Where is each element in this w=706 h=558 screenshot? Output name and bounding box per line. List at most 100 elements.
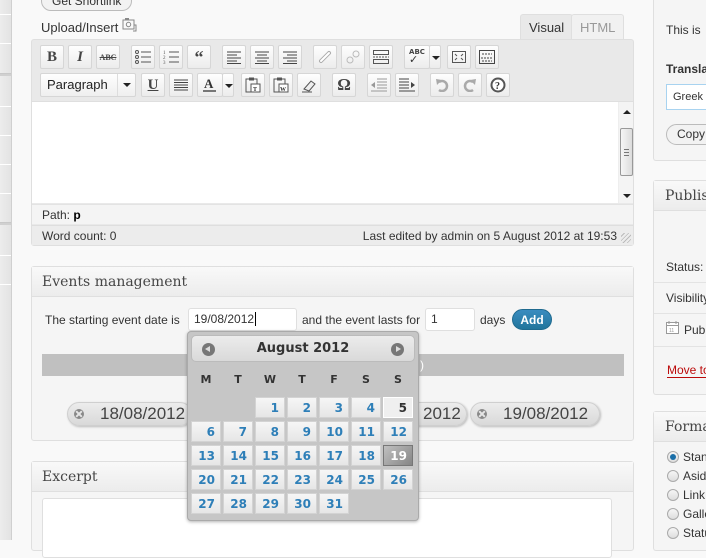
calendar-day[interactable]: 2 xyxy=(287,397,317,418)
calendar-day[interactable]: 4 xyxy=(351,397,381,418)
calendar-day[interactable]: 7 xyxy=(223,421,253,442)
bulleted-list-button[interactable] xyxy=(131,45,155,69)
justify-button[interactable] xyxy=(169,73,193,97)
calendar-day[interactable]: 20 xyxy=(191,469,221,490)
calendar-day[interactable]: 22 xyxy=(255,469,285,490)
menu-divider xyxy=(0,43,11,44)
calendar-day[interactable]: 21 xyxy=(223,469,253,490)
calendar-day[interactable]: 15 xyxy=(255,445,285,466)
insert-link-button[interactable] xyxy=(313,45,337,69)
calendar-day[interactable]: 24 xyxy=(319,469,349,490)
format-title[interactable]: Forma xyxy=(654,412,706,442)
days-input[interactable]: 1 xyxy=(425,308,475,331)
scrollbar-thumb[interactable] xyxy=(620,128,633,176)
calendar-day[interactable]: 28 xyxy=(223,493,253,514)
path-label: Path: xyxy=(42,208,71,222)
align-center-button[interactable] xyxy=(250,45,274,69)
tab-html[interactable]: HTML xyxy=(571,14,625,40)
add-media-icon[interactable] xyxy=(122,17,138,33)
unlink-button[interactable] xyxy=(341,45,365,69)
move-to-trash-link[interactable]: Move to xyxy=(667,363,706,378)
editor-scrollbar[interactable] xyxy=(618,102,633,203)
outdent-button[interactable] xyxy=(367,73,391,97)
resize-handle[interactable] xyxy=(621,233,631,243)
scroll-down-icon[interactable] xyxy=(623,194,631,198)
calendar-day[interactable]: 30 xyxy=(287,493,317,514)
copy-button[interactable]: Copy xyxy=(666,124,706,145)
text-color-dropdown[interactable] xyxy=(222,73,234,97)
calendar-day[interactable]: 13 xyxy=(191,445,221,466)
calendar-day[interactable]: 16 xyxy=(287,445,317,466)
calendar-day[interactable]: 5 xyxy=(383,397,413,418)
calendar-day[interactable]: 27 xyxy=(191,493,221,514)
format-box: Forma Stan Asid Link Galle Statu xyxy=(653,411,706,551)
format-radio-standard[interactable] xyxy=(667,451,679,463)
calendar-day[interactable]: 18 xyxy=(351,445,381,466)
text-color-button[interactable]: A xyxy=(197,73,223,97)
strikethrough-button[interactable]: ABC xyxy=(96,45,120,69)
align-left-button[interactable] xyxy=(222,45,246,69)
paste-from-word-button[interactable]: W xyxy=(269,73,293,97)
format-radio-aside[interactable] xyxy=(667,470,679,482)
format-radio-link[interactable] xyxy=(667,489,679,501)
calendar-day[interactable]: 9 xyxy=(287,421,317,442)
calendar-day[interactable]: 14 xyxy=(223,445,253,466)
calendar-day[interactable]: 11 xyxy=(351,421,381,442)
help-button[interactable]: ? xyxy=(486,73,510,97)
special-character-button[interactable]: Ω xyxy=(332,73,356,97)
spellcheck-dropdown[interactable] xyxy=(429,45,441,69)
start-date-input[interactable]: 19/08/2012 xyxy=(188,308,297,331)
fullscreen-button[interactable] xyxy=(447,45,471,69)
calendar-day[interactable]: 3 xyxy=(319,397,349,418)
blockquote-button[interactable]: “ xyxy=(187,45,211,69)
remove-formatting-button[interactable] xyxy=(297,73,321,97)
language-select[interactable]: Greek xyxy=(666,84,706,110)
add-button[interactable]: Add xyxy=(512,309,552,330)
format-select-dropdown[interactable] xyxy=(117,74,135,96)
format-radio-gallery[interactable] xyxy=(667,508,679,520)
publish-title[interactable]: Publisl xyxy=(654,181,706,211)
remove-date-icon[interactable] xyxy=(477,409,487,419)
menu-divider xyxy=(0,193,11,194)
tab-visual[interactable]: Visual xyxy=(520,14,574,40)
events-management-title[interactable]: Events management xyxy=(32,267,633,297)
editor-content-area[interactable] xyxy=(32,101,633,203)
format-radio-status[interactable] xyxy=(667,527,679,539)
calendar-day[interactable]: 23 xyxy=(287,469,317,490)
format-select[interactable]: Paragraph xyxy=(40,73,136,97)
calendar-day[interactable]: 29 xyxy=(255,493,285,514)
kitchen-sink-button[interactable] xyxy=(475,45,499,69)
next-month-button[interactable] xyxy=(391,343,404,356)
insert-more-button[interactable] xyxy=(369,45,393,69)
numbered-list-button[interactable]: 123 xyxy=(159,45,183,69)
calendar-day-selected[interactable]: 19 xyxy=(383,445,413,466)
calendar-day[interactable]: 17 xyxy=(319,445,349,466)
get-shortlink-button[interactable]: Get Shortlink xyxy=(41,0,133,11)
calendar-day[interactable]: 12 xyxy=(383,421,413,442)
remove-date-icon[interactable] xyxy=(74,409,84,419)
calendar-day[interactable]: 10 xyxy=(319,421,349,442)
datepicker: August 2012 M T W T F S S 1 2 3 4 5 6 7 8 9 10 11 12 13 14 15… xyxy=(187,331,419,521)
event-date: 2012 xyxy=(423,404,461,423)
calendar-day[interactable]: 31 xyxy=(319,493,349,514)
calendar-day[interactable]: 6 xyxy=(191,421,221,442)
undo-button[interactable] xyxy=(430,73,454,97)
bulleted-list-icon xyxy=(135,50,151,64)
redo-button[interactable] xyxy=(458,73,482,97)
calendar-day[interactable]: 26 xyxy=(383,469,413,490)
italic-button[interactable]: I xyxy=(68,45,92,69)
path-value[interactable]: p xyxy=(73,208,80,222)
bold-button[interactable]: B xyxy=(40,45,64,69)
calendar-day[interactable]: 1 xyxy=(255,397,285,418)
calendar-day[interactable]: 25 xyxy=(351,469,381,490)
menu-separator xyxy=(0,222,11,225)
weekday-header: W xyxy=(263,373,277,386)
indent-button[interactable] xyxy=(395,73,419,97)
paste-text-icon: T xyxy=(245,77,261,93)
scroll-up-icon[interactable] xyxy=(623,110,631,114)
spellcheck-button[interactable]: ABC ✓ xyxy=(404,45,430,69)
underline-button[interactable]: U xyxy=(141,73,165,97)
align-right-button[interactable] xyxy=(278,45,302,69)
paste-as-text-button[interactable]: T xyxy=(241,73,265,97)
calendar-day[interactable]: 8 xyxy=(255,421,285,442)
